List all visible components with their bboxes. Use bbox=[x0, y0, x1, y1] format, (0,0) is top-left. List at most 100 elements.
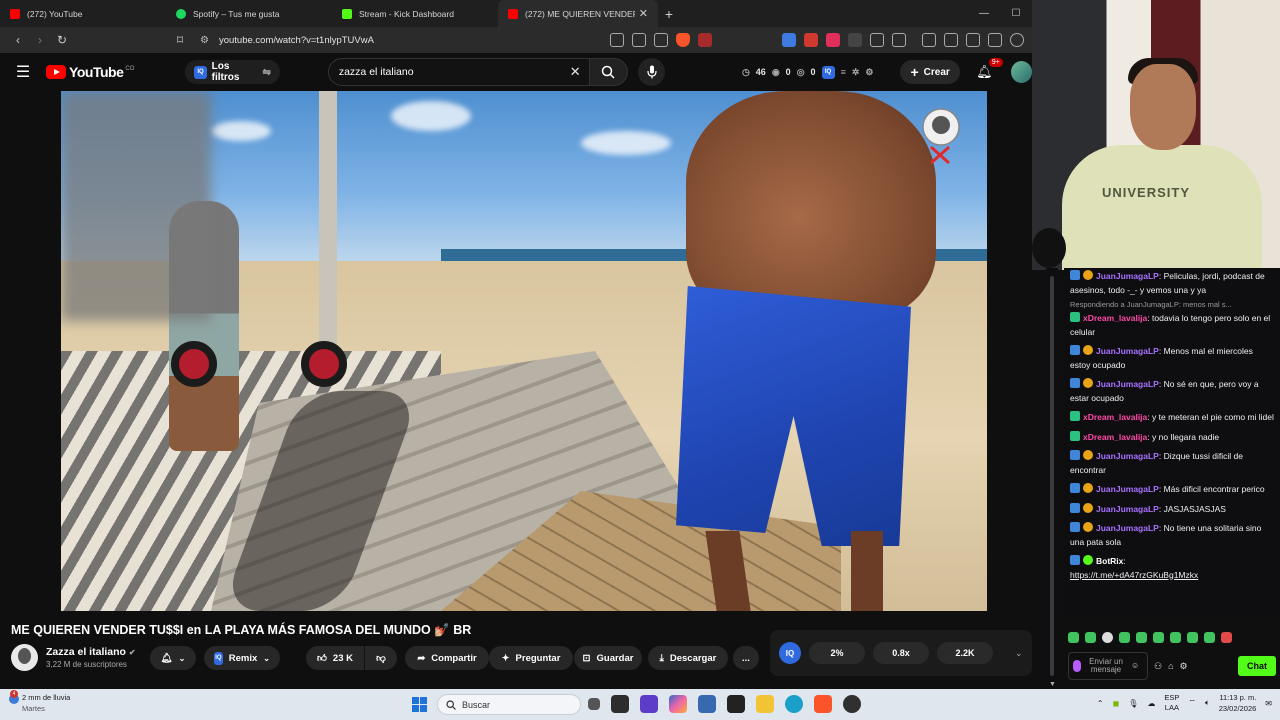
tab-spotify[interactable]: Spotify – Tus me gusta bbox=[166, 0, 332, 27]
site-info-icon[interactable]: ⚙ bbox=[200, 35, 209, 46]
reload-icon[interactable]: ↻ bbox=[52, 33, 72, 47]
cmd-icon[interactable] bbox=[727, 695, 745, 713]
chat-username[interactable]: xDream_lavalija bbox=[1083, 432, 1147, 442]
task-view-icon[interactable] bbox=[588, 698, 600, 710]
brave-icon[interactable] bbox=[814, 695, 832, 713]
taskbar-search[interactable]: Buscar bbox=[437, 694, 581, 715]
settings-icon[interactable]: ⚙ bbox=[1180, 661, 1188, 672]
notifications-button[interactable]: 🔔︎ 9+ bbox=[974, 58, 1003, 80]
video-player[interactable] bbox=[61, 91, 987, 611]
wifi-icon[interactable]: ⌔ bbox=[1188, 698, 1196, 708]
create-button[interactable]: + Crear bbox=[900, 60, 960, 84]
emote-icon[interactable] bbox=[1085, 631, 1096, 643]
download-button[interactable]: ⤓ Descargar bbox=[648, 646, 728, 670]
iq-logo-icon[interactable]: IQ bbox=[779, 642, 801, 664]
chat-username[interactable]: JuanJumagaLP bbox=[1096, 451, 1159, 461]
tab-kick-dashboard[interactable]: Stream - Kick Dashboard bbox=[332, 0, 498, 27]
emote-icon[interactable] bbox=[1153, 631, 1164, 643]
subscription-bell-button[interactable]: 🔔︎ ⌄ bbox=[150, 646, 196, 670]
save-button[interactable]: ⊡ Guardar bbox=[574, 646, 642, 670]
menu-icon[interactable]: ☰ bbox=[0, 62, 46, 82]
search-input[interactable]: zazza el italiano ✕ bbox=[327, 58, 590, 86]
extension-translate-icon[interactable] bbox=[782, 33, 796, 47]
like-button[interactable]: 👍︎ 23 K bbox=[306, 646, 364, 670]
chat-username[interactable]: JuanJumagaLP bbox=[1096, 504, 1159, 514]
weather-widget[interactable]: 4 2 mm de lluvia Martes bbox=[9, 690, 70, 714]
chat-username[interactable]: xDream_lavalija bbox=[1083, 313, 1147, 323]
brave-shield-icon[interactable] bbox=[676, 33, 690, 47]
scroll-down-icon[interactable]: ▼ bbox=[1049, 681, 1056, 688]
maximize-icon[interactable]: ☐ bbox=[1000, 8, 1032, 19]
more-actions-button[interactable]: ... bbox=[733, 646, 759, 670]
close-tab-icon[interactable]: ✕ bbox=[639, 7, 648, 20]
gift-icon[interactable]: ⌂ bbox=[1168, 661, 1173, 671]
emote-icon[interactable] bbox=[1170, 631, 1181, 643]
obs-icon[interactable] bbox=[843, 695, 861, 713]
emote-icon[interactable] bbox=[1187, 631, 1198, 643]
extension-pink-icon[interactable] bbox=[826, 33, 840, 47]
copilot-icon[interactable] bbox=[669, 695, 687, 713]
download-icon[interactable] bbox=[988, 33, 1002, 47]
tab-youtube[interactable]: (272) YouTube bbox=[0, 0, 166, 27]
sidebar-icon[interactable] bbox=[944, 33, 958, 47]
chat-username[interactable]: BotRix bbox=[1096, 556, 1123, 566]
forward-icon[interactable]: › bbox=[30, 33, 50, 47]
share-button[interactable]: ➦ Compartir bbox=[405, 646, 489, 670]
users-icon[interactable]: ⚇ bbox=[1154, 661, 1162, 672]
emoji-icon[interactable]: ☺ bbox=[1131, 662, 1139, 670]
windows-start-icon[interactable] bbox=[412, 697, 427, 712]
voice-search-button[interactable] bbox=[638, 58, 665, 86]
dislike-button[interactable]: 👎︎ bbox=[365, 646, 397, 670]
emote-icon[interactable] bbox=[1136, 631, 1147, 643]
chat-username[interactable]: JuanJumagaLP bbox=[1096, 379, 1159, 389]
chat-message-input[interactable]: Enviar un mensaje ☺ bbox=[1068, 652, 1148, 680]
emote-icon[interactable] bbox=[1204, 631, 1215, 643]
back-icon[interactable]: ‹ bbox=[8, 33, 28, 47]
vpn-icon[interactable] bbox=[1010, 33, 1024, 47]
file-explorer-icon[interactable] bbox=[756, 695, 774, 713]
media-icon[interactable] bbox=[922, 33, 936, 47]
brave-rewards-icon[interactable] bbox=[698, 33, 712, 47]
network-icon[interactable]: ☁ bbox=[1147, 699, 1155, 708]
remix-button[interactable]: IQ Remix ⌄ bbox=[204, 646, 280, 670]
send-chat-button[interactable]: Chat bbox=[1238, 656, 1276, 676]
extension-red-icon[interactable] bbox=[804, 33, 818, 47]
filters-button[interactable]: IQ Los filtros ⇋ bbox=[185, 60, 280, 84]
emote-icon[interactable] bbox=[1068, 631, 1079, 643]
mic-tray-icon[interactable]: 🎙︎ bbox=[1128, 699, 1138, 708]
extensions-puzzle-icon[interactable] bbox=[870, 33, 884, 47]
emote-icon[interactable] bbox=[1102, 631, 1113, 643]
search-button[interactable] bbox=[589, 58, 629, 86]
extension-dark-icon[interactable] bbox=[848, 33, 862, 47]
user-avatar[interactable] bbox=[1010, 61, 1032, 83]
scrollbar-thumb[interactable] bbox=[1050, 276, 1054, 676]
clear-search-icon[interactable]: ✕ bbox=[570, 64, 581, 80]
list-icon[interactable]: ≡ bbox=[841, 67, 846, 77]
url-field[interactable]: ⚙ youtube.com/watch?v=t1nlypTUVwA bbox=[200, 30, 610, 50]
chat-username[interactable]: JuanJumagaLP bbox=[1096, 523, 1159, 533]
share-icon[interactable] bbox=[632, 33, 646, 47]
iq-extension-icon[interactable]: IQ bbox=[821, 65, 835, 79]
translate-icon[interactable] bbox=[654, 33, 668, 47]
screenshot-icon[interactable] bbox=[892, 33, 906, 47]
youtube-logo[interactable]: YouTube CO bbox=[46, 64, 134, 80]
calculator-icon[interactable] bbox=[698, 695, 716, 713]
chevron-down-icon[interactable]: ⌄ bbox=[1015, 648, 1023, 659]
minimize-icon[interactable]: — bbox=[968, 8, 1000, 19]
channel-name[interactable]: Zazza el italiano ✔ bbox=[46, 646, 136, 658]
cast-icon[interactable] bbox=[610, 33, 624, 47]
chat-username[interactable]: JuanJumagaLP bbox=[1096, 271, 1159, 281]
tray-chevron-icon[interactable]: ⌃ bbox=[1097, 699, 1104, 708]
language-indicator[interactable]: ESP LAA bbox=[1164, 693, 1179, 713]
bulb-icon[interactable]: ✲ bbox=[852, 67, 860, 78]
wallet-icon[interactable] bbox=[966, 33, 980, 47]
nvidia-icon[interactable]: ◼ bbox=[1113, 699, 1120, 708]
chat-username[interactable]: xDream_lavalija bbox=[1083, 412, 1147, 422]
terminal-app-icon[interactable] bbox=[611, 695, 629, 713]
notification-center-icon[interactable]: ✉ bbox=[1265, 699, 1272, 708]
chat-link[interactable]: https://t.me/+dA47rzGKuBg1Mzkx bbox=[1070, 570, 1198, 580]
ask-button[interactable]: ✦ Preguntar bbox=[489, 646, 573, 670]
clock[interactable]: 11:13 p. m. 23/02/2026 bbox=[1219, 692, 1257, 714]
new-tab-button[interactable]: + bbox=[658, 0, 680, 27]
emote-icon[interactable] bbox=[1221, 631, 1232, 643]
